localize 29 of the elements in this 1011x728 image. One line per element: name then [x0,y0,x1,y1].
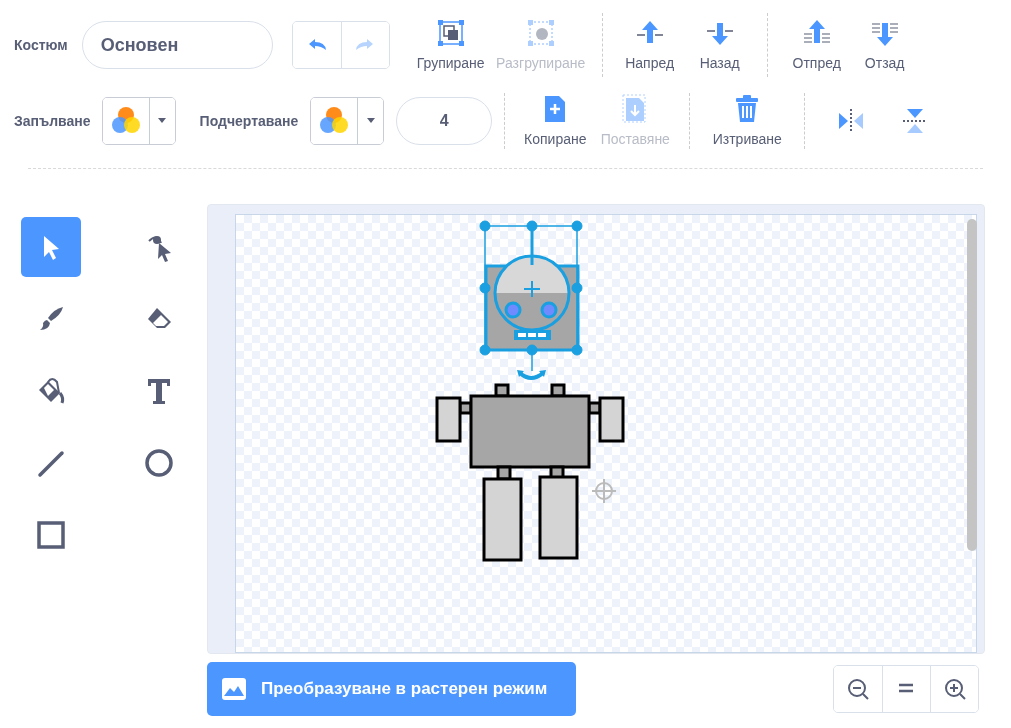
select-tool-button[interactable] [21,217,81,277]
scrollbar[interactable] [967,219,977,551]
zoom-in-icon [942,677,967,701]
image-icon [221,677,247,701]
copy-button[interactable]: Копиране [517,92,594,150]
back-button[interactable]: Отзад [853,16,916,74]
zoom-out-icon [846,677,870,701]
robot-body-drawing[interactable] [435,383,625,562]
dropdown-button[interactable] [148,98,175,144]
robot-head-drawing[interactable] [484,254,580,352]
square-icon [35,519,67,551]
outline-label: Подчертаване [199,111,299,131]
front-button[interactable]: Отпред [779,16,854,74]
fill-label: Запълване [14,111,91,131]
rotate-handle-icon[interactable] [517,370,546,380]
crosshair-icon [591,478,617,504]
dropdown-button[interactable] [357,98,384,144]
forward-button[interactable]: Напред [614,16,685,74]
group-button[interactable]: Групиране [409,16,492,74]
backward-button[interactable]: Назад [684,16,755,74]
outline-width-field[interactable]: 4 [396,97,493,145]
costume-label: Костюм [14,35,68,55]
costume-name-field[interactable]: Основен [81,21,273,69]
zoom-in-button[interactable] [930,666,978,712]
delete-button[interactable]: Изтриване [702,92,793,150]
caret-icon [366,118,375,124]
caret-icon [158,118,167,124]
circle-icon [143,447,175,479]
selection-box[interactable] [479,220,583,372]
